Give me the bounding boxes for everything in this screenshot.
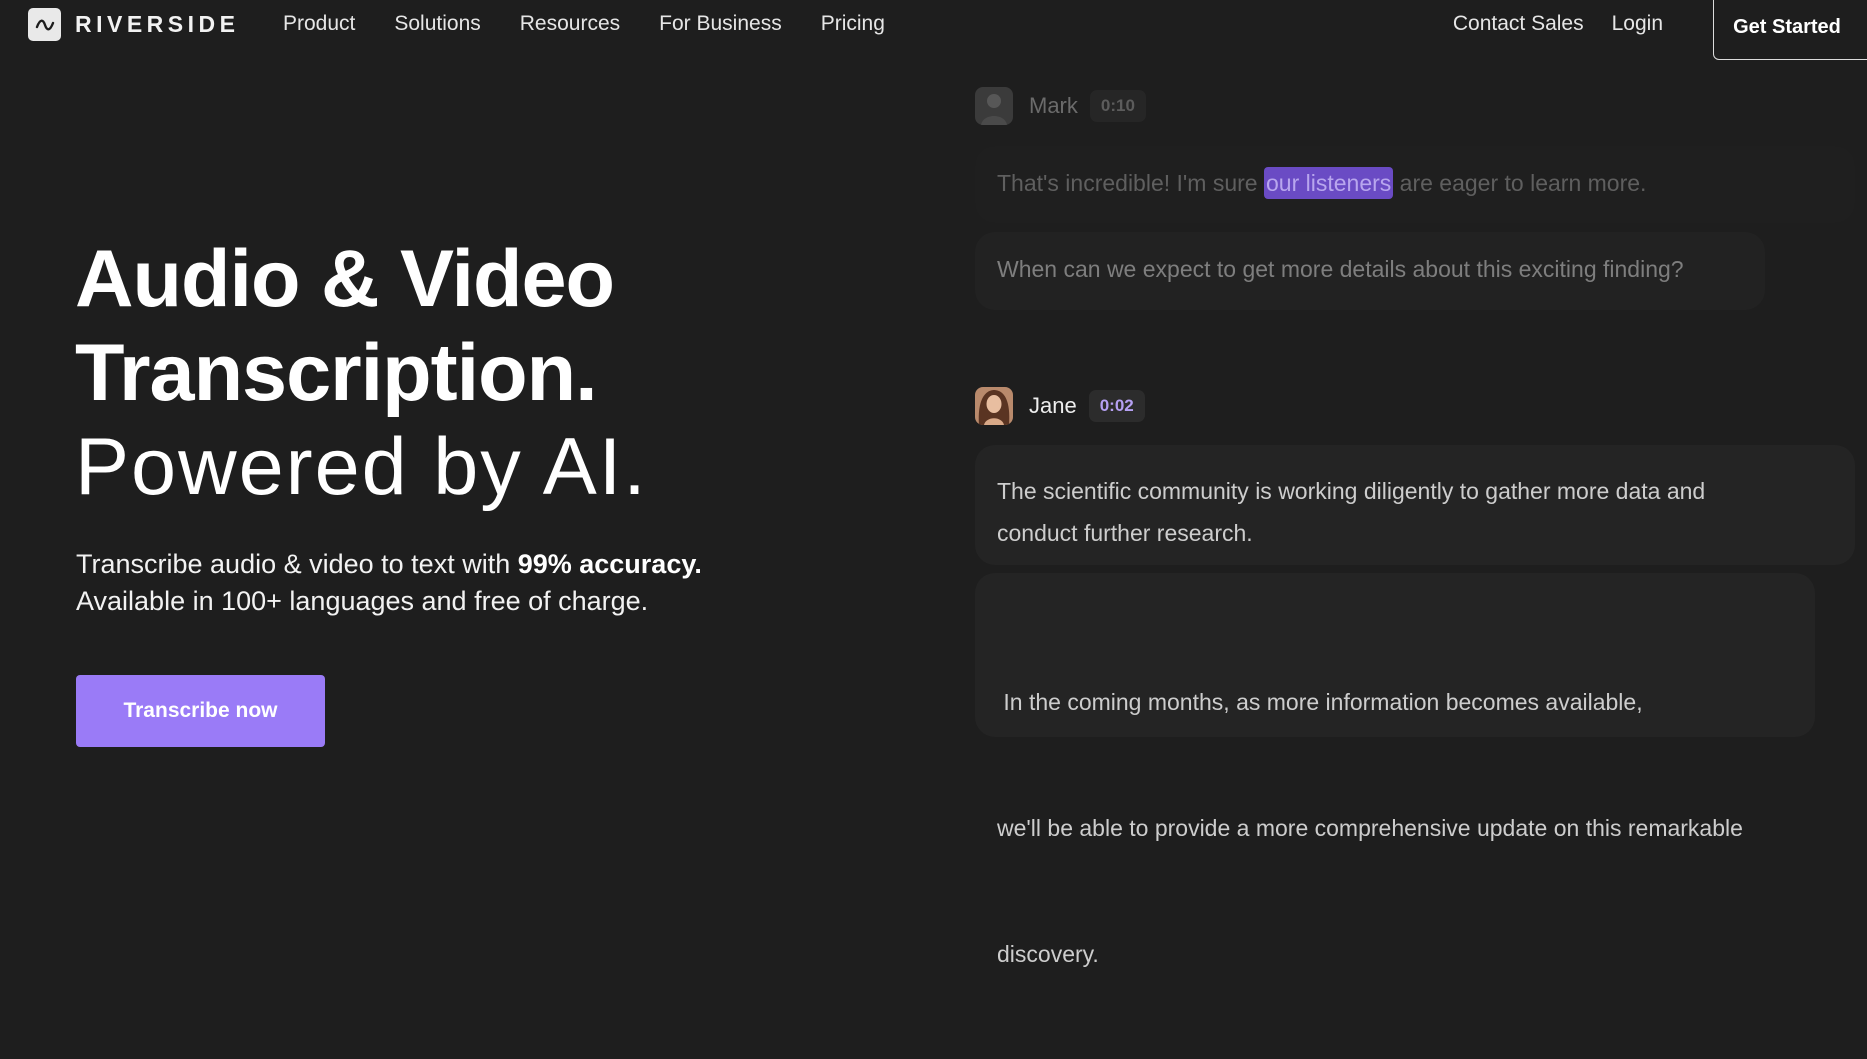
speaker-mark: Mark 0:10 bbox=[975, 87, 1146, 125]
contact-sales-link[interactable]: Contact Sales bbox=[1453, 12, 1584, 36]
jane-block-2-line-2: we'll be able to provide a more comprehe… bbox=[997, 815, 1743, 841]
nav-right: Contact Sales Login bbox=[1453, 12, 1663, 36]
mark-line-1-before: That's incredible! I'm sure bbox=[997, 170, 1264, 196]
nav-links: Product Solutions Resources For Business… bbox=[283, 12, 885, 36]
brand-logo[interactable]: RIVERSIDE bbox=[28, 8, 239, 41]
brand-name: RIVERSIDE bbox=[75, 11, 240, 37]
transcribe-now-button[interactable]: Transcribe now bbox=[76, 675, 325, 747]
hero-subtitle-prefix: Transcribe audio & video to text with bbox=[76, 549, 518, 579]
jane-block-1-line-1: The scientific community is working dili… bbox=[997, 478, 1706, 504]
speaker-name-jane: Jane bbox=[1029, 393, 1077, 418]
mark-line-2: When can we expect to get more details a… bbox=[997, 256, 1684, 282]
bubble-jane-1-text: The scientific community is working dili… bbox=[997, 470, 1705, 554]
bubble-jane-1: The scientific community is working dili… bbox=[975, 445, 1855, 565]
jane-block-2-line-1: In the coming months, as more informatio… bbox=[997, 689, 1643, 715]
get-started-button[interactable]: Get Started bbox=[1713, 0, 1867, 60]
mark-line-1-after: are eager to learn more. bbox=[1393, 170, 1647, 196]
nav-solutions[interactable]: Solutions bbox=[394, 12, 480, 36]
avatar-mark-icon bbox=[975, 87, 1013, 125]
bubble-jane-2: In the coming months, as more informatio… bbox=[975, 573, 1815, 967]
top-nav: RIVERSIDE Product Solutions Resources Fo… bbox=[0, 0, 1867, 60]
hero-title-line-1: Audio & Video bbox=[75, 234, 615, 324]
bubble-jane-2-text: In the coming months, as more informatio… bbox=[997, 597, 1743, 1059]
bubble-mark-1: That's incredible! I'm sure our listener… bbox=[975, 146, 1855, 223]
hero-subtitle-accuracy: 99% accuracy. bbox=[517, 549, 702, 579]
highlight-our-listeners[interactable]: our listeners bbox=[1264, 167, 1394, 199]
hero-title-line-3: Powered by AI. bbox=[75, 422, 648, 512]
hero-title: Audio & Video Transcription. Powered by … bbox=[75, 232, 648, 514]
hero-subtitle-line-2: Available in 100+ languages and free of … bbox=[76, 586, 649, 616]
waveform-icon bbox=[28, 8, 61, 41]
bubble-mark-1-text: That's incredible! I'm sure our listener… bbox=[997, 167, 1647, 199]
timestamp-mark: 0:10 bbox=[1089, 90, 1146, 122]
jane-block-1-line-2: conduct further research. bbox=[997, 520, 1253, 546]
hero-title-line-2: Transcription. bbox=[75, 328, 598, 418]
hero-subtitle: Transcribe audio & video to text with 99… bbox=[76, 546, 702, 620]
bubble-mark-2: When can we expect to get more details a… bbox=[975, 232, 1765, 310]
nav-for-business[interactable]: For Business bbox=[659, 12, 782, 36]
avatar-jane-icon bbox=[975, 387, 1013, 425]
speaker-name-mark: Mark bbox=[1029, 93, 1078, 118]
nav-resources[interactable]: Resources bbox=[520, 12, 620, 36]
nav-product[interactable]: Product bbox=[283, 12, 355, 36]
timestamp-jane: 0:02 bbox=[1088, 390, 1145, 422]
speaker-jane: Jane 0:02 bbox=[975, 387, 1145, 425]
login-link[interactable]: Login bbox=[1612, 12, 1663, 36]
nav-pricing[interactable]: Pricing bbox=[821, 12, 885, 36]
jane-block-2-line-3: discovery. bbox=[997, 941, 1099, 967]
